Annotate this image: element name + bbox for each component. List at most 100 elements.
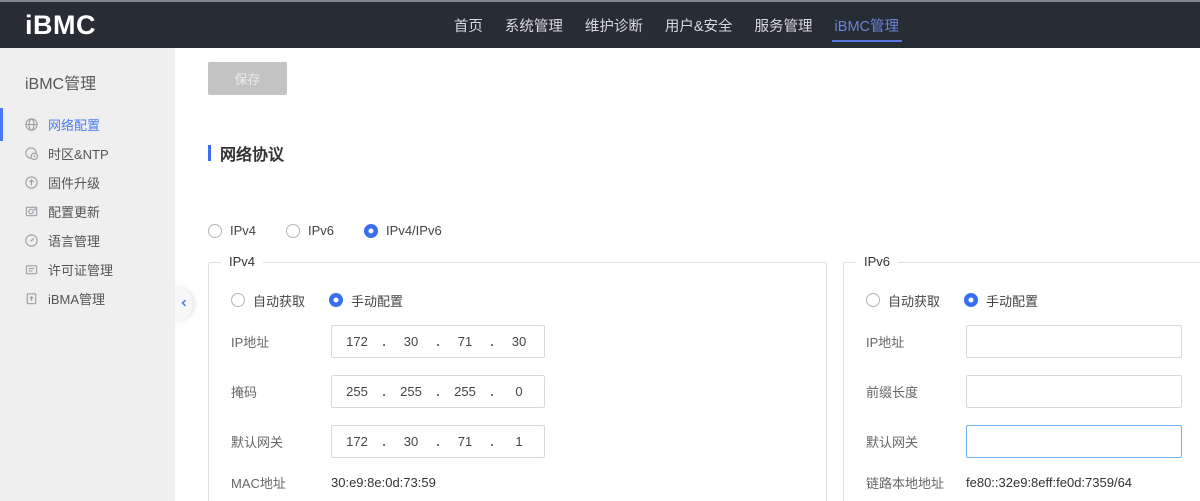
field-label: 掩码 (231, 382, 331, 401)
language-icon (24, 233, 39, 248)
main-content: 保存 网络协议 IPv4 IPv6 IPv4/IPv6 IPv4 自动获取 (175, 48, 1200, 501)
ip-octet: 172 (332, 334, 382, 349)
ipv4-ip-address-input[interactable]: 172 . 30 . 71 . 30 (331, 325, 545, 358)
ip-octet: 71 (440, 434, 490, 449)
radio-circle-checked-icon (964, 293, 978, 307)
timezone-clock-icon (24, 146, 39, 161)
sidebar-item-license-management[interactable]: 许可证管理 (0, 255, 175, 284)
ipv4-mask-row: 掩码 255 . 255 . 255 . 0 (231, 375, 826, 408)
ip-octet: 255 (440, 384, 490, 399)
nav-item-user-security[interactable]: 用户&安全 (664, 2, 734, 48)
radio-circle-checked-icon (329, 293, 343, 307)
ipv4-default-gateway-input[interactable]: 172 . 30 . 71 . 1 (331, 425, 545, 458)
ibmc-logo: iBMC (25, 10, 96, 41)
link-local-address-value: fe80::32e9:8eff:fe0d:7359/64 (966, 475, 1132, 490)
ipv6-gateway-row: 默认网关 (866, 425, 1200, 458)
nav-active-underline (832, 40, 902, 42)
nav-item-label: iBMC管理 (835, 15, 899, 36)
section-header: 网络协议 (208, 141, 1200, 165)
top-navbar: iBMC 首页 系统管理 维护诊断 用户&安全 服务管理 iBMC管理 (0, 0, 1200, 48)
nav-item-home[interactable]: 首页 (453, 2, 484, 48)
field-label: 默认网关 (231, 432, 331, 451)
ipv4-mac-row: MAC地址 30:e9:8e:0d:73:59 (231, 473, 826, 492)
nav-item-services[interactable]: 服务管理 (754, 2, 814, 48)
protocol-panels: IPv4 自动获取 手动配置 IP地址 172 . 30 . 7 (208, 262, 1200, 501)
firmware-upgrade-icon (24, 175, 39, 190)
radio-circle-icon (286, 224, 300, 238)
nav-item-maintenance[interactable]: 维护诊断 (584, 2, 644, 48)
ipv6-panel: IPv6 自动获取 手动配置 IP地址 前缀长度 默认 (843, 262, 1200, 501)
sidebar-item-firmware-upgrade[interactable]: 固件升级 (0, 168, 175, 197)
globe-icon (24, 117, 39, 132)
sidebar-item-config-update[interactable]: 配置更新 (0, 197, 175, 226)
radio-label: 自动获取 (888, 291, 940, 310)
field-label: MAC地址 (231, 473, 331, 492)
ipv4-gateway-row: 默认网关 172 . 30 . 71 . 1 (231, 425, 826, 458)
sidebar-item-label: 语言管理 (48, 231, 100, 250)
ip-octet: 255 (386, 384, 436, 399)
ipv4-ip-row: IP地址 172 . 30 . 71 . 30 (231, 325, 826, 358)
ipv6-ip-row: IP地址 (866, 325, 1200, 358)
sidebar-item-label: 许可证管理 (48, 260, 113, 279)
mac-address-value: 30:e9:8e:0d:73:59 (331, 475, 436, 490)
nav-item-label: 首页 (454, 15, 483, 36)
nav-item-label: 服务管理 (755, 15, 813, 36)
radio-label: IPv6 (308, 223, 334, 238)
field-label: 链路本地地址 (866, 473, 966, 492)
ipv6-prefix-length-input[interactable] (966, 375, 1182, 408)
page-title: 网络协议 (220, 141, 284, 165)
section-accent-bar (208, 145, 211, 161)
radio-label: 手动配置 (986, 291, 1038, 310)
radio-ipv4[interactable]: IPv4 (208, 223, 256, 238)
sidebar-item-label: 配置更新 (48, 202, 100, 221)
ipv4-subnet-mask-input[interactable]: 255 . 255 . 255 . 0 (331, 375, 545, 408)
field-label: 默认网关 (866, 432, 966, 451)
sidebar-item-ibma-management[interactable]: iBMA管理 (0, 284, 175, 313)
ipv4-radio-auto[interactable]: 自动获取 (231, 293, 305, 307)
ipv6-default-gateway-input[interactable] (966, 425, 1182, 458)
radio-label: 自动获取 (253, 291, 305, 310)
ipv4-panel: IPv4 自动获取 手动配置 IP地址 172 . 30 . 7 (208, 262, 827, 501)
radio-ipv4-ipv6[interactable]: IPv4/IPv6 (364, 223, 442, 238)
nav-item-ibmc-management[interactable]: iBMC管理 (834, 2, 900, 48)
field-label: IP地址 (866, 332, 966, 351)
sidebar-item-timezone-ntp[interactable]: 时区&NTP (0, 139, 175, 168)
ipv4-mode-radio-group: 自动获取 手动配置 (231, 293, 826, 307)
sidebar-title: iBMC管理 (25, 70, 175, 94)
save-button[interactable]: 保存 (208, 62, 287, 95)
radio-ipv6[interactable]: IPv6 (286, 223, 334, 238)
ibma-icon (24, 291, 39, 306)
ipv6-prefix-row: 前缀长度 (866, 375, 1200, 408)
nav-item-label: 系统管理 (505, 15, 563, 36)
sidebar-item-network-config[interactable]: 网络配置 (0, 110, 175, 139)
chevron-left-icon (179, 295, 189, 313)
ip-octet: 172 (332, 434, 382, 449)
main-nav: 首页 系统管理 维护诊断 用户&安全 服务管理 iBMC管理 (453, 2, 900, 48)
ipv6-radio-manual[interactable]: 手动配置 (964, 293, 1038, 307)
ip-octet: 71 (440, 334, 490, 349)
radio-circle-icon (208, 224, 222, 238)
sidebar-item-label: 时区&NTP (48, 144, 109, 163)
ipv6-radio-auto[interactable]: 自动获取 (866, 293, 940, 307)
ipv6-ip-address-input[interactable] (966, 325, 1182, 358)
radio-circle-icon (231, 293, 245, 307)
sidebar-item-language-management[interactable]: 语言管理 (0, 226, 175, 255)
protocol-radio-group: IPv4 IPv6 IPv4/IPv6 (208, 223, 1200, 238)
nav-item-system[interactable]: 系统管理 (504, 2, 564, 48)
radio-circle-icon (866, 293, 880, 307)
ipv4-panel-legend: IPv4 (221, 254, 263, 269)
license-icon (24, 262, 39, 277)
sidebar-item-label: 网络配置 (48, 115, 100, 134)
field-label: 前缀长度 (866, 382, 966, 401)
ipv4-radio-manual[interactable]: 手动配置 (329, 293, 403, 307)
nav-item-label: 维护诊断 (585, 15, 643, 36)
radio-label: IPv4 (230, 223, 256, 238)
ipv6-panel-legend: IPv6 (856, 254, 898, 269)
nav-item-label: 用户&安全 (665, 15, 733, 36)
field-label: IP地址 (231, 332, 331, 351)
ip-octet: 1 (494, 434, 544, 449)
sidebar-item-label: 固件升级 (48, 173, 100, 192)
ip-octet: 30 (494, 334, 544, 349)
ipv6-mode-radio-group: 自动获取 手动配置 (866, 293, 1200, 307)
ip-octet: 255 (332, 384, 382, 399)
